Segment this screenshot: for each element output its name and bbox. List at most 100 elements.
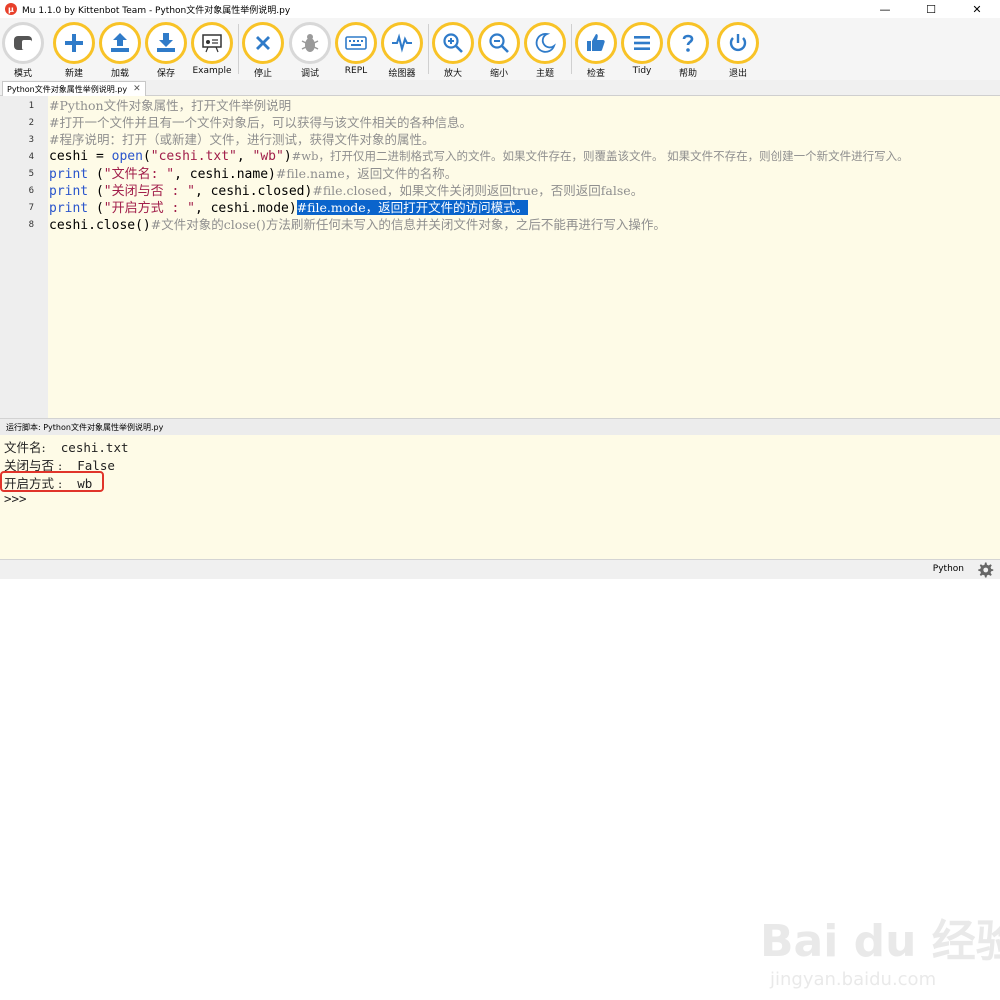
comment: #Python文件对象属性，打开文件举例说明 — [49, 98, 292, 113]
file-tab-label: Python文件对象属性举例说明.py — [7, 84, 128, 94]
plotter-button[interactable]: 绘图器 — [380, 22, 424, 79]
theme-button[interactable]: 主题 — [523, 22, 567, 79]
string-literal: "关闭与否 : " — [103, 184, 195, 199]
maximize-button[interactable]: ☐ — [908, 0, 954, 18]
code-line-6: print ("关闭与否 : ", ceshi.closed)#file.clo… — [49, 182, 643, 200]
new-button[interactable]: 新建 — [52, 22, 96, 79]
toolbar-divider — [428, 24, 429, 74]
window-title: Mu 1.1.0 by Kittenbot Team - Python文件对象属… — [22, 5, 291, 16]
load-label: 加载 — [110, 69, 129, 79]
zoom-in-icon — [432, 22, 474, 64]
plotter-label: 绘图器 — [388, 69, 416, 79]
stop-label: 停止 — [253, 69, 272, 79]
thumbs-up-icon — [575, 22, 617, 64]
check-button[interactable]: 检查 — [574, 22, 618, 79]
file-tab[interactable]: Python文件对象属性举例说明.py ✕ — [2, 81, 146, 96]
code-line-2: #打开一个文件并且有一个文件对象后，可以获得与该文件相关的各种信息。 — [49, 114, 472, 132]
repl-prompt: >>> — [4, 491, 27, 506]
stop-button[interactable]: 停止 — [241, 22, 285, 79]
string-literal: "ceshi.txt" — [150, 149, 237, 164]
moon-icon — [524, 22, 566, 64]
save-label: 保存 — [156, 69, 175, 79]
zoom-out-label: 缩小 — [489, 69, 508, 79]
code-text: , ceshi.closed) — [194, 184, 313, 199]
new-label: 新建 — [64, 69, 83, 79]
title-bar: μ Mu 1.1.0 by Kittenbot Team - Python文件对… — [0, 0, 1000, 18]
code-text: ( — [142, 149, 151, 164]
example-button[interactable]: Example — [190, 22, 234, 76]
comment: #file.name，返回文件的名称。 — [275, 166, 458, 181]
mode-indicator: Python — [932, 564, 964, 574]
code-line-3: #程序说明：打开（或新建）文件，进行测试，获得文件对象的属性。 — [49, 131, 434, 149]
line-number: 3 — [28, 135, 34, 145]
baidu-jingyan-watermark: Bai du 经验 jingyan.baidu.com — [760, 905, 1000, 1000]
code-text: ( — [88, 184, 104, 199]
line-number-gutter: 1 2 3 4 5 6 7 8 — [0, 96, 48, 418]
code-text: , — [236, 149, 253, 164]
upload-icon — [99, 22, 141, 64]
help-button[interactable]: 帮助 — [666, 22, 710, 79]
load-button[interactable]: 加载 — [98, 22, 142, 79]
watermark-logo: Bai du 经验 — [760, 916, 1000, 967]
keyword: print — [49, 201, 89, 216]
gear-icon[interactable] — [976, 561, 994, 579]
code-text: , ceshi.mode) — [194, 201, 297, 216]
string-literal: "wb" — [252, 149, 284, 164]
line-number: 4 — [28, 152, 34, 162]
mode-button[interactable]: 模式 — [1, 22, 45, 79]
repl-output-pane[interactable]: 文件名: ceshi.txt 关闭与否 : False 开启方式 : wb >>… — [0, 435, 1000, 990]
toolbar-divider — [238, 24, 239, 74]
code-line-4: ceshi = open("ceshi.txt", "wb")#wb，打开仅用二… — [49, 148, 909, 165]
save-button[interactable]: 保存 — [144, 22, 188, 79]
output-value: ceshi.txt — [45, 440, 129, 455]
help-label: 帮助 — [678, 69, 697, 79]
code-text: ( — [88, 167, 104, 182]
example-label: Example — [192, 66, 232, 76]
code-text: ( — [88, 201, 104, 216]
question-mark-icon — [667, 22, 709, 64]
string-literal: "开启方式 : " — [103, 201, 195, 216]
repl-button[interactable]: REPL — [334, 22, 378, 76]
line-number: 8 — [28, 220, 34, 230]
line-number: 6 — [28, 186, 34, 196]
mu-app-icon: μ — [5, 3, 17, 15]
bug-icon — [289, 22, 331, 64]
line-number: 2 — [28, 118, 34, 128]
quit-label: 退出 — [728, 69, 747, 79]
repl-title: 运行脚本: Python文件对象属性举例说明.py — [6, 422, 164, 432]
theme-label: 主题 — [535, 69, 554, 79]
comment: #打开一个文件并且有一个文件对象后，可以获得与该文件相关的各种信息。 — [49, 115, 472, 130]
toolbar-divider — [571, 24, 572, 74]
string-literal: "文件名: " — [103, 167, 175, 182]
code-line-7: print ("开启方式 : ", ceshi.mode)#file.mode，… — [49, 199, 529, 217]
presentation-board-icon — [191, 22, 233, 64]
download-icon — [145, 22, 187, 64]
debug-label: 调试 — [300, 69, 319, 79]
keyword: print — [49, 184, 89, 199]
code-line-8: ceshi.close()#文件对象的close()方法刷新任何未写入的信息并关… — [49, 216, 666, 234]
toolbar: 模式 新建 加载 保存 Example 停止 调试 REPL 绘图器 放大 缩小… — [0, 18, 1000, 80]
align-lines-icon — [621, 22, 663, 64]
stop-x-icon — [242, 22, 284, 64]
watermark-url: jingyan.baidu.com — [770, 969, 937, 990]
zoom-out-button[interactable]: 缩小 — [477, 22, 521, 79]
zoom-in-button[interactable]: 放大 — [431, 22, 475, 79]
comment: #file.closed，如果文件关闭则返回true，否则返回false。 — [312, 183, 644, 198]
zoom-in-label: 放大 — [443, 69, 462, 79]
debug-button[interactable]: 调试 — [288, 22, 332, 79]
code-text: , ceshi.name) — [174, 167, 276, 182]
code-editor[interactable]: 1 2 3 4 5 6 7 8 #Python文件对象属性，打开文件举例说明 #… — [0, 96, 1000, 418]
mode-label: 模式 — [13, 69, 32, 79]
tidy-button[interactable]: Tidy — [620, 22, 664, 76]
code-line-1: #Python文件对象属性，打开文件举例说明 — [49, 97, 291, 115]
plus-icon — [53, 22, 95, 64]
line-number: 1 — [28, 101, 34, 111]
selected-text: #file.mode，返回打开文件的访问模式。 — [296, 200, 529, 215]
tab-bar: Python文件对象属性举例说明.py ✕ — [0, 80, 1000, 96]
line-number: 5 — [28, 169, 34, 179]
minimize-button[interactable]: — — [862, 0, 908, 18]
tab-close-icon[interactable]: ✕ — [133, 84, 141, 94]
close-window-button[interactable]: ✕ — [954, 0, 1000, 18]
quit-button[interactable]: 退出 — [716, 22, 760, 79]
keyboard-icon — [335, 22, 377, 64]
